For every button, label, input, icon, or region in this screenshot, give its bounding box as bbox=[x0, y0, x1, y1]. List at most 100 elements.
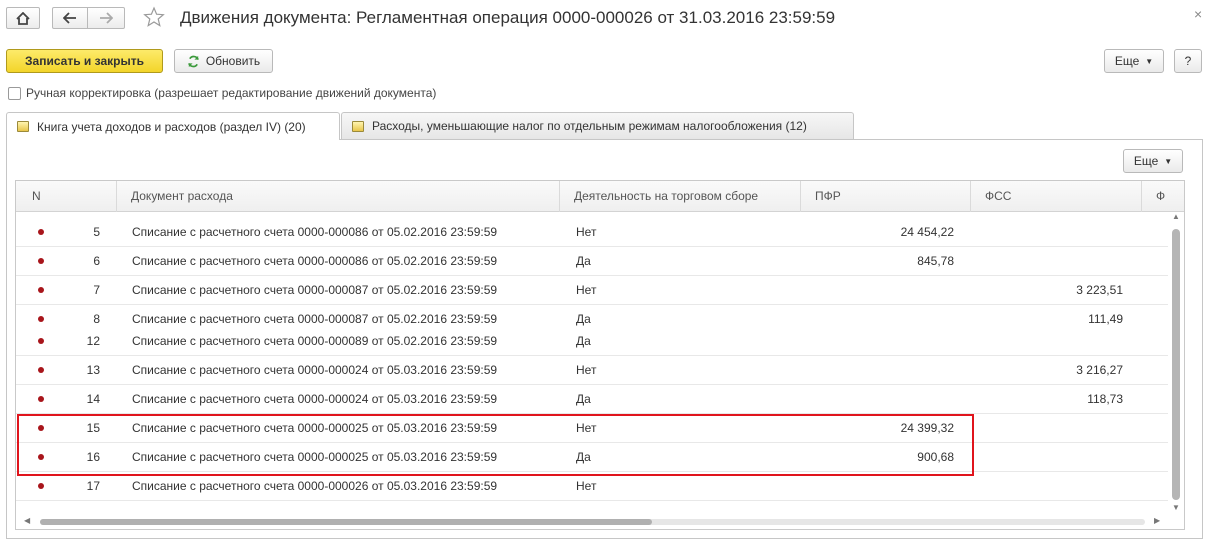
cell-n: 17 bbox=[86, 479, 100, 493]
cell-trade-fee: Нет bbox=[576, 225, 597, 239]
save-and-close-button[interactable]: Записать и закрыть bbox=[6, 49, 163, 73]
grid-more-label: Еще bbox=[1133, 154, 1159, 168]
cell-n: 7 bbox=[93, 283, 100, 297]
scroll-left-icon[interactable]: ◀ bbox=[24, 516, 30, 525]
cell-fss: 3 223,51 bbox=[1076, 283, 1123, 297]
cell-document: Списание с расчетного счета 0000-000024 … bbox=[132, 363, 498, 377]
save-and-close-label: Записать и закрыть bbox=[25, 54, 144, 68]
tab-tax-reducing-expenses[interactable]: Расходы, уменьшающие налог по отдельным … bbox=[341, 112, 854, 139]
chevron-down-icon: ▼ bbox=[1164, 156, 1173, 166]
back-button[interactable] bbox=[52, 7, 88, 29]
movement-marker-icon bbox=[38, 287, 44, 293]
home-button[interactable] bbox=[6, 7, 40, 29]
refresh-label: Обновить bbox=[205, 54, 261, 68]
refresh-icon bbox=[187, 55, 199, 67]
cell-n: 6 bbox=[93, 254, 100, 268]
cell-trade-fee: Да bbox=[576, 254, 591, 268]
table-row[interactable]: 7 Списание с расчетного счета 0000-000087… bbox=[16, 276, 1168, 305]
vertical-scroll-thumb[interactable] bbox=[1172, 229, 1180, 500]
table-row[interactable]: 5 Списание с расчетного счета 0000-000086… bbox=[16, 218, 1168, 247]
column-header-document[interactable]: Документ расхода bbox=[117, 181, 560, 212]
tab-label: Расходы, уменьшающие налог по отдельным … bbox=[372, 119, 807, 133]
column-header-f[interactable]: Ф bbox=[1142, 181, 1168, 212]
grid-more-button[interactable]: Еще ▼ bbox=[1123, 149, 1183, 173]
column-header-trade-fee[interactable]: Деятельность на торговом сборе bbox=[560, 181, 801, 212]
refresh-button[interactable]: Обновить bbox=[174, 49, 273, 73]
table-header: N Документ расхода Деятельность на торго… bbox=[16, 181, 1184, 212]
cell-document: Списание с расчетного счета 0000-000089 … bbox=[132, 334, 498, 348]
cell-fss bbox=[971, 218, 1123, 247]
movements-table: N Документ расхода Деятельность на торго… bbox=[15, 180, 1185, 530]
close-icon[interactable]: × bbox=[1194, 6, 1202, 22]
cell-pfr: 24 454,22 bbox=[900, 225, 954, 239]
cell-document: Списание с расчетного счета 0000-000086 … bbox=[132, 225, 498, 239]
manual-edit-label: Ручная корректировка (разрешает редактир… bbox=[26, 86, 437, 100]
cell-pfr bbox=[801, 327, 954, 356]
tab-label: Книга учета доходов и расходов (раздел I… bbox=[37, 119, 306, 134]
arrow-right-icon bbox=[100, 12, 113, 24]
vertical-scrollbar[interactable]: ▲ ▼ bbox=[1168, 212, 1184, 529]
home-icon bbox=[16, 11, 30, 25]
cell-fss bbox=[971, 414, 1123, 443]
cell-pfr bbox=[801, 356, 954, 385]
tab-income-expense-book[interactable]: Книга учета доходов и расходов (раздел I… bbox=[6, 112, 340, 140]
cell-document: Списание с расчетного счета 0000-000026 … bbox=[132, 479, 498, 493]
highlight-frame bbox=[17, 414, 974, 476]
cell-fss bbox=[971, 443, 1123, 472]
movement-marker-icon bbox=[38, 367, 44, 373]
scroll-right-icon[interactable]: ▶ bbox=[1154, 516, 1160, 525]
table-row[interactable]: 6 Списание с расчетного счета 0000-000086… bbox=[16, 247, 1168, 276]
column-header-n[interactable]: N bbox=[16, 181, 117, 212]
cell-n: 5 bbox=[93, 225, 100, 239]
chevron-down-icon: ▼ bbox=[1145, 56, 1154, 66]
cell-trade-fee: Нет bbox=[576, 363, 597, 377]
cell-trade-fee: Да bbox=[576, 392, 591, 406]
table-row[interactable]: 17 Списание с расчетного счета 0000-00002… bbox=[16, 472, 1168, 501]
cell-fss: 118,73 bbox=[1087, 392, 1123, 406]
cell-document: Списание с расчетного счета 0000-000024 … bbox=[132, 392, 498, 406]
cell-n: 14 bbox=[86, 392, 100, 406]
scroll-up-icon[interactable]: ▲ bbox=[1172, 212, 1180, 221]
manual-edit-checkbox[interactable] bbox=[8, 87, 21, 100]
cell-trade-fee: Нет bbox=[576, 479, 597, 493]
register-icon bbox=[17, 121, 29, 132]
table-row[interactable]: 12 Списание с расчетного счета 0000-00008… bbox=[16, 327, 1168, 356]
help-button[interactable]: ? bbox=[1174, 49, 1202, 73]
movement-marker-icon bbox=[38, 229, 44, 235]
table-row[interactable]: 13 Списание с расчетного счета 0000-00002… bbox=[16, 356, 1168, 385]
cell-trade-fee: Нет bbox=[576, 283, 597, 297]
cell-fss bbox=[971, 327, 1123, 356]
more-button[interactable]: Еще ▼ bbox=[1104, 49, 1164, 73]
scroll-down-icon[interactable]: ▼ bbox=[1172, 503, 1180, 512]
movement-marker-icon bbox=[38, 258, 44, 264]
forward-button[interactable] bbox=[87, 7, 125, 29]
movement-marker-icon bbox=[38, 396, 44, 402]
cell-pfr bbox=[801, 472, 954, 501]
cell-fss: 3 216,27 bbox=[1076, 363, 1123, 377]
cell-fss bbox=[971, 247, 1123, 276]
cell-pfr: 845,78 bbox=[917, 254, 954, 268]
help-label: ? bbox=[1184, 54, 1192, 68]
cell-pfr bbox=[801, 276, 954, 305]
cell-trade-fee: Да bbox=[576, 334, 591, 348]
register-icon bbox=[352, 120, 364, 132]
more-label: Еще bbox=[1114, 54, 1140, 68]
cell-n: 12 bbox=[86, 334, 100, 348]
column-header-fss[interactable]: ФСС bbox=[971, 181, 1142, 212]
favorite-button[interactable] bbox=[143, 6, 165, 28]
window-title: Движения документа: Регламентная операци… bbox=[180, 8, 836, 27]
star-icon bbox=[143, 6, 165, 27]
cell-fss bbox=[971, 472, 1123, 501]
arrow-left-icon bbox=[63, 12, 76, 24]
table-row[interactable]: 14 Списание с расчетного счета 0000-00002… bbox=[16, 385, 1168, 414]
cell-document: Списание с расчетного счета 0000-000087 … bbox=[132, 283, 498, 297]
movement-marker-icon bbox=[38, 483, 44, 489]
horizontal-scroll-thumb[interactable] bbox=[40, 519, 652, 525]
cell-document: Списание с расчетного счета 0000-000086 … bbox=[132, 254, 498, 268]
column-header-pfr[interactable]: ПФР bbox=[801, 181, 971, 212]
movement-marker-icon bbox=[38, 316, 44, 322]
movement-marker-icon bbox=[38, 338, 44, 344]
horizontal-scrollbar[interactable]: ◀ ▶ bbox=[16, 514, 1168, 529]
cell-n: 13 bbox=[86, 363, 100, 377]
cell-pfr bbox=[801, 385, 954, 414]
